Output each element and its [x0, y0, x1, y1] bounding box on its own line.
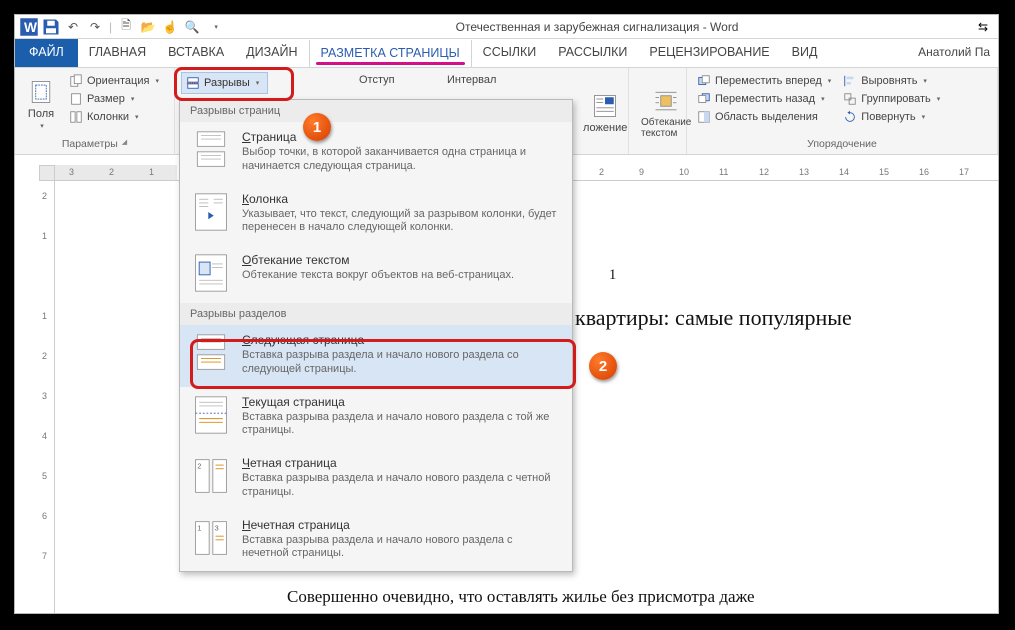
group-arrange: Переместить вперед▾ Переместить назад▾ О…	[687, 68, 998, 154]
tab-mailings[interactable]: РАССЫЛКИ	[547, 39, 638, 67]
qat-customize-icon[interactable]: ▾	[206, 17, 226, 37]
dd-item-continuous[interactable]: Текущая страницаВставка разрыва раздела …	[180, 387, 572, 449]
wrap-icon	[652, 87, 680, 115]
ribbon-tabs: ФАЙЛ ГЛАВНАЯ ВСТАВКА ДИЗАЙН РАЗМЕТКА СТР…	[15, 39, 998, 67]
page-break-icon	[192, 130, 230, 170]
group-objects-button[interactable]: Группировать▾	[839, 90, 944, 108]
ribbon-toggle-icon[interactable]: ⇆	[968, 20, 998, 34]
tab-home[interactable]: ГЛАВНАЯ	[78, 39, 157, 67]
columns-icon	[69, 110, 83, 124]
redo-icon[interactable]: ↷	[85, 17, 105, 37]
vertical-ruler[interactable]: 2 1 1 2 3 4 5 6 7	[39, 181, 55, 613]
align-button[interactable]: Выровнять▾	[839, 72, 944, 90]
next-page-break-icon	[192, 333, 230, 373]
columns-button[interactable]: Колонки▾	[65, 108, 163, 126]
text-wrap-break-icon	[192, 253, 230, 293]
dd-item-column[interactable]: КолонкаУказывает, что текст, следующий з…	[180, 184, 572, 246]
group-icon	[843, 92, 857, 106]
breaks-icon	[186, 76, 200, 90]
svg-text:2: 2	[197, 462, 201, 471]
dd-item-even-page[interactable]: 2 Четная страницаВставка разрыва раздела…	[180, 448, 572, 510]
user-name: Анатолий Па	[910, 39, 998, 67]
even-page-break-icon: 2	[192, 456, 230, 496]
breaks-dropdown: Разрывы страниц СтраницаВыбор точки, в к…	[179, 99, 573, 572]
doc-page-number: 1	[609, 267, 616, 284]
svg-text:3: 3	[215, 523, 219, 532]
open-icon[interactable]: 📂	[138, 17, 158, 37]
spacing-label: Интервал	[447, 74, 496, 86]
send-backward-button[interactable]: Переместить назад▾	[693, 90, 835, 108]
new-doc-icon[interactable]: 🗎	[116, 17, 136, 37]
position-icon	[591, 92, 619, 120]
selection-pane-button[interactable]: Область выделения	[693, 108, 835, 126]
orientation-button[interactable]: Ориентация▾	[65, 72, 163, 90]
position-button[interactable]: ложение	[571, 68, 629, 154]
dd-item-page[interactable]: СтраницаВыбор точки, в которой заканчива…	[180, 122, 572, 184]
window-title: Отечественная и зарубежная сигнализация …	[226, 20, 968, 34]
size-icon	[69, 92, 83, 106]
rotate-button[interactable]: Повернуть▾	[839, 108, 944, 126]
word-window: W ↶ ↷ | 🗎 📂 ☝ 🔍 ▾ Отечественная и зарубе…	[14, 14, 999, 614]
svg-text:1: 1	[197, 523, 201, 532]
quick-access-toolbar: W ↶ ↷ | 🗎 📂 ☝ 🔍 ▾	[15, 17, 226, 37]
align-icon	[843, 74, 857, 88]
tab-design[interactable]: ДИЗАЙН	[235, 39, 308, 67]
selection-pane-icon	[697, 110, 711, 124]
indent-label: Отступ	[359, 74, 395, 86]
wrap-text-button[interactable]: Обтекание текстом	[629, 68, 687, 154]
svg-text:W: W	[24, 20, 37, 35]
continuous-break-icon	[192, 395, 230, 435]
dd-category-page-breaks: Разрывы страниц	[180, 100, 572, 122]
size-button[interactable]: Размер▾	[65, 90, 163, 108]
tab-insert[interactable]: ВСТАВКА	[157, 39, 235, 67]
titlebar: W ↶ ↷ | 🗎 📂 ☝ 🔍 ▾ Отечественная и зарубе…	[15, 15, 998, 39]
dd-item-next-page[interactable]: Следующая страницаВставка разрыва раздел…	[180, 325, 572, 387]
tab-references[interactable]: ССЫЛКИ	[472, 39, 548, 67]
dd-item-text-wrapping[interactable]: Обтекание текстомОбтекание текста вокруг…	[180, 245, 572, 303]
ruler-corner	[39, 165, 55, 181]
doc-heading-fragment: квартиры: самые популярные	[575, 305, 852, 331]
send-backward-icon	[697, 92, 711, 106]
orientation-icon	[69, 74, 83, 88]
print-preview-icon[interactable]: 🔍	[182, 17, 202, 37]
column-break-icon	[192, 192, 230, 232]
tab-review[interactable]: РЕЦЕНЗИРОВАНИЕ	[638, 39, 780, 67]
word-icon: W	[19, 17, 39, 37]
dd-category-section-breaks: Разрывы разделов	[180, 303, 572, 325]
breaks-button[interactable]: Разрывы▾	[181, 72, 268, 94]
undo-icon[interactable]: ↶	[63, 17, 83, 37]
dialog-launcher-icon[interactable]: ◢	[122, 138, 127, 150]
tab-page-layout[interactable]: РАЗМЕТКА СТРАНИЦЫ	[309, 40, 472, 68]
dd-item-odd-page[interactable]: 13 Нечетная страницаВставка разрыва разд…	[180, 510, 572, 572]
group-page-setup: Поля▾ Ориентация▾ Размер▾ Колонки▾	[15, 68, 175, 154]
tab-view[interactable]: ВИД	[781, 39, 829, 67]
margins-button[interactable]: Поля▾	[21, 72, 61, 136]
doc-body-fragment: Совершенно очевидно, что оставлять жилье…	[287, 587, 978, 607]
touch-mode-icon[interactable]: ☝	[160, 17, 180, 37]
annotation-bubble-1: 1	[303, 113, 331, 141]
bring-forward-icon	[697, 74, 711, 88]
save-icon[interactable]	[41, 17, 61, 37]
tab-file[interactable]: ФАЙЛ	[15, 39, 78, 67]
odd-page-break-icon: 13	[192, 518, 230, 558]
annotation-bubble-2: 2	[589, 352, 617, 380]
rotate-icon	[843, 110, 857, 124]
bring-forward-button[interactable]: Переместить вперед▾	[693, 72, 835, 90]
